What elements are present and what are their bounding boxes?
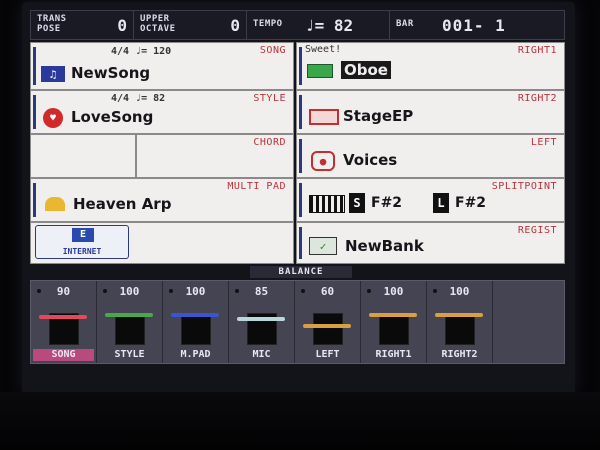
- voices-icon: ●: [311, 151, 335, 171]
- octave-value: 0: [230, 16, 240, 35]
- right1-name: Oboe: [341, 61, 391, 79]
- channel-volume: 60: [320, 285, 335, 298]
- multipad-panel[interactable]: MULTI PAD Heaven Arp: [30, 178, 294, 222]
- transpose-display[interactable]: TRANS POSE 0: [31, 11, 134, 39]
- octave-label-2: OCTAVE: [140, 24, 176, 34]
- channel-label: RIGHT1: [375, 349, 412, 360]
- keyboard-icon: [309, 195, 345, 213]
- bar-display[interactable]: BAR 001- 1: [390, 11, 564, 39]
- mixer-empty-slot: [493, 281, 564, 363]
- balance-title: BALANCE: [250, 266, 352, 278]
- style-tag: STYLE: [253, 93, 286, 104]
- channel-fader-track: [181, 313, 211, 345]
- transpose-value: 0: [117, 16, 127, 35]
- regist-tag: REGIST: [517, 225, 557, 236]
- mixer-channel-mic[interactable]: 85 MIC: [229, 281, 295, 363]
- channel-fader-track: [313, 313, 343, 345]
- internet-label: INTERNET: [62, 247, 102, 256]
- transpose-label-2: POSE: [37, 24, 61, 34]
- channel-label: MIC: [252, 349, 271, 360]
- split-l-key: F#2: [455, 195, 487, 211]
- song-panel[interactable]: 4/4 ♩= 120 SONG ♫ NewSong: [30, 42, 294, 90]
- style-name: LoveSong: [71, 108, 154, 126]
- chord-left-panel[interactable]: [30, 134, 136, 178]
- internet-button[interactable]: E INTERNET: [35, 225, 129, 259]
- split-s-key: F#2: [371, 195, 403, 211]
- right1-panel[interactable]: Sweet! RIGHT1 Oboe: [296, 42, 565, 90]
- chord-tag: CHORD: [253, 137, 286, 148]
- split-l-marker: L: [433, 193, 449, 213]
- oboe-icon: [307, 64, 333, 78]
- song-tag: SONG: [259, 45, 286, 56]
- mixer-channel-right2[interactable]: 100 RIGHT2: [427, 281, 493, 363]
- song-note-icon: ♫: [41, 66, 65, 82]
- tempo-value: ♩= 82: [305, 16, 354, 35]
- multipad-name: Heaven Arp: [73, 195, 172, 213]
- internet-globe-icon: E: [72, 228, 94, 242]
- regist-bank-icon: ✓: [309, 237, 337, 255]
- style-heart-icon: ♥: [43, 108, 63, 128]
- channel-label: SONG: [33, 349, 94, 361]
- channel-volume: 100: [119, 285, 140, 298]
- channel-volume: 85: [254, 285, 269, 298]
- bar-label: BAR: [396, 19, 414, 29]
- channel-fader-track: [379, 313, 409, 345]
- right2-tag: RIGHT2: [517, 93, 557, 104]
- channel-fader-handle[interactable]: [105, 312, 153, 317]
- channel-volume: 90: [56, 285, 71, 298]
- channel-fader-handle[interactable]: [237, 316, 285, 321]
- right1-tag: RIGHT1: [517, 45, 557, 56]
- channel-label: M.PAD: [180, 349, 211, 360]
- bezel: [0, 392, 600, 450]
- style-meta: 4/4 ♩= 82: [111, 93, 166, 104]
- left-panel[interactable]: LEFT ● Voices: [296, 134, 565, 178]
- octave-label: UPPER: [140, 14, 170, 24]
- balance-mixer: 90 SONG 100 STYLE 100 M.PAD 85 MIC 60 LEFT 100 RIGH…: [30, 280, 565, 364]
- channel-fader-handle[interactable]: [369, 312, 417, 317]
- channel-fader-handle[interactable]: [303, 323, 351, 328]
- transpose-label: TRANS: [37, 14, 67, 24]
- regist-name: NewBank: [345, 237, 424, 255]
- channel-label: RIGHT2: [441, 349, 478, 360]
- electric-piano-icon: [309, 109, 339, 125]
- tempo-display[interactable]: TEMPO ♩= 82: [247, 11, 390, 39]
- mixer-channel-style[interactable]: 100 STYLE: [97, 281, 163, 363]
- tempo-label: TEMPO: [253, 19, 283, 29]
- channel-label: LEFT: [315, 349, 340, 360]
- song-meta: 4/4 ♩= 120: [111, 46, 172, 57]
- mixer-channel-mpad[interactable]: 100 M.PAD: [163, 281, 229, 363]
- multipad-tag: MULTI PAD: [227, 181, 286, 192]
- left-tag: LEFT: [530, 137, 557, 148]
- channel-fader-handle[interactable]: [39, 315, 87, 320]
- channel-volume: 100: [185, 285, 206, 298]
- left-name: Voices: [343, 151, 398, 169]
- upper-octave-display[interactable]: UPPER OCTAVE 0: [134, 11, 247, 39]
- channel-fader-handle[interactable]: [171, 312, 219, 317]
- channel-label: STYLE: [114, 349, 145, 360]
- right2-name: StageEP: [343, 107, 414, 125]
- channel-fader-handle[interactable]: [435, 312, 483, 317]
- lcd-screen: TRANS POSE 0 UPPER OCTAVE 0 TEMPO ♩= 82 BA…: [22, 2, 575, 394]
- song-name: NewSong: [71, 64, 151, 82]
- right2-panel[interactable]: RIGHT2 StageEP: [296, 90, 565, 134]
- splitpoint-panel[interactable]: SPLITPOINT S F#2 L F#2: [296, 178, 565, 222]
- split-s-marker: S: [349, 193, 365, 213]
- style-panel[interactable]: 4/4 ♩= 82 STYLE ♥ LoveSong: [30, 90, 294, 134]
- splitpoint-tag: SPLITPOINT: [491, 181, 557, 192]
- regist-panel[interactable]: REGIST ✓ NewBank: [296, 222, 565, 264]
- bar-value: 001- 1: [442, 16, 506, 35]
- mixer-channel-right1[interactable]: 100 RIGHT1: [361, 281, 427, 363]
- channel-fader-track: [115, 313, 145, 345]
- multipad-icon: [45, 197, 65, 211]
- channel-volume: 100: [449, 285, 470, 298]
- internet-panel: E INTERNET: [30, 222, 294, 264]
- mixer-channel-left[interactable]: 60 LEFT: [295, 281, 361, 363]
- channel-volume: 100: [383, 285, 404, 298]
- status-bar: TRANS POSE 0 UPPER OCTAVE 0 TEMPO ♩= 82 BA…: [30, 10, 565, 40]
- channel-fader-track: [445, 313, 475, 345]
- mixer-channel-song[interactable]: 90 SONG: [31, 281, 97, 363]
- chord-panel[interactable]: CHORD: [136, 134, 294, 178]
- right1-sub: Sweet!: [305, 44, 342, 55]
